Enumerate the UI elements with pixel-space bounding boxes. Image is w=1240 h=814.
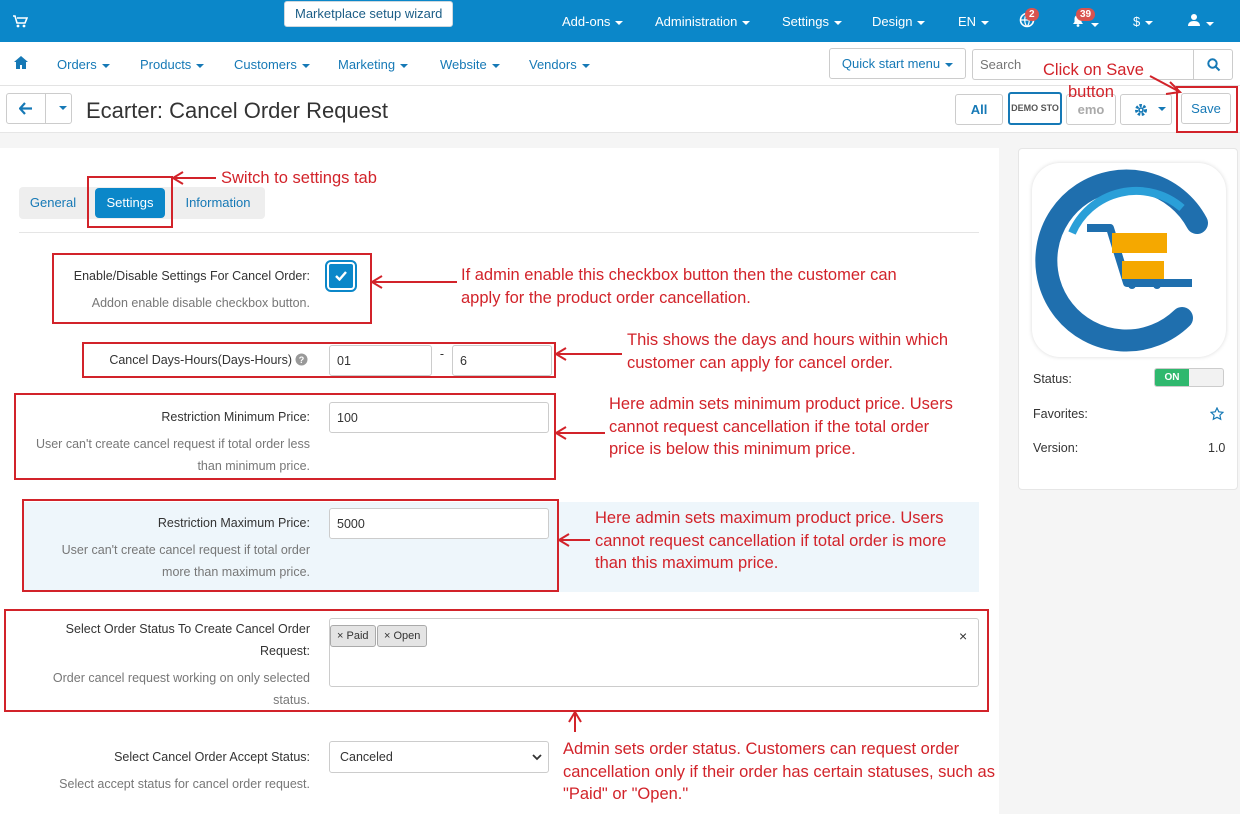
chevron-down-icon: [532, 754, 542, 761]
settings-menu[interactable]: Settings: [782, 14, 842, 29]
chevron-down-icon: [196, 63, 205, 68]
design-menu[interactable]: Design: [872, 14, 926, 29]
status-toggle[interactable]: ON: [1154, 368, 1224, 387]
note-max-2: cannot request cancellation if total ord…: [595, 532, 947, 550]
user-icon: [1188, 14, 1200, 26]
chevron-down-icon: [833, 20, 842, 25]
accept-status-label: Select Cancel Order Accept Status:: [114, 750, 310, 764]
chevron-down-icon: [1158, 107, 1166, 111]
language-menu[interactable]: EN: [958, 14, 990, 29]
chevron-down-icon: [742, 20, 751, 25]
chevron-down-icon: [101, 63, 110, 68]
addons-menu[interactable]: Add-ons: [562, 14, 624, 29]
chevron-down-icon: [917, 20, 926, 25]
chevron-down-icon[interactable]: [59, 106, 67, 110]
bell-badge: 39: [1076, 8, 1096, 21]
cart-icon[interactable]: [12, 13, 28, 29]
nav-customers[interactable]: Customers: [234, 57, 310, 72]
search-button[interactable]: [1193, 49, 1233, 80]
gear-icon: [1135, 104, 1147, 116]
administration-menu[interactable]: Administration: [655, 14, 751, 29]
tab-general[interactable]: General: [19, 187, 87, 219]
note-min-3: price is below this minimum price.: [609, 440, 856, 458]
chevron-down-icon: [1206, 21, 1214, 26]
star-icon[interactable]: [1210, 407, 1224, 421]
addon-logo: [1032, 163, 1226, 357]
home-icon[interactable]: [14, 56, 28, 69]
settings-tab-highlight-box: [87, 176, 173, 228]
note-status-2: cancellation only if their order has cer…: [563, 763, 995, 781]
status-label: Status:: [1033, 372, 1072, 386]
chevron-down-icon: [981, 20, 990, 25]
chevron-down-icon: [301, 63, 310, 68]
min-price-highlight-box: [14, 393, 556, 480]
version-label: Version:: [1033, 441, 1079, 455]
toggle-on-label: ON: [1155, 369, 1189, 386]
chevron-down-icon: [615, 20, 624, 25]
search-icon: [1207, 58, 1221, 72]
note-days-2: customer can apply for cancel order.: [627, 354, 893, 372]
note-status-1: Admin sets order status. Customers can r…: [563, 740, 960, 758]
nav-website[interactable]: Website: [440, 57, 500, 72]
favorites-label: Favorites:: [1033, 407, 1088, 421]
chevron-down-icon: [400, 63, 409, 68]
note-max-3: than this maximum price.: [595, 554, 779, 572]
divider: [19, 232, 979, 233]
currency-menu[interactable]: $: [1133, 14, 1154, 29]
nav-marketing[interactable]: Marketing: [338, 57, 409, 72]
chevron-down-icon: [1145, 20, 1154, 25]
nav-vendors[interactable]: Vendors: [529, 57, 590, 72]
nav-products[interactable]: Products: [140, 57, 205, 72]
chevron-down-icon: [581, 63, 590, 68]
divider: [45, 94, 46, 123]
note-checkbox-1: If admin enable this checkbox button the…: [461, 266, 897, 284]
quick-start-menu[interactable]: Quick start menu: [829, 48, 966, 79]
note-settings-tab: Switch to settings tab: [221, 169, 377, 187]
ecarter-logo-icon: [1035, 169, 1208, 352]
nav-orders[interactable]: Orders: [57, 57, 110, 72]
note-status-3: "Paid" or "Open.": [563, 785, 689, 803]
save-highlight-box: [1176, 86, 1238, 133]
back-button[interactable]: [6, 93, 72, 124]
note-save-1: Click on Save: [1043, 61, 1144, 79]
note-checkbox-2: apply for the product order cancellation…: [461, 289, 751, 307]
note-min-2: cannot request cancellation if the total…: [609, 418, 930, 436]
order-status-highlight-box: [4, 609, 989, 712]
note-days-1: This shows the days and hours within whi…: [627, 331, 948, 349]
chevron-down-icon: [1091, 22, 1099, 27]
accept-status-select[interactable]: Canceled: [329, 741, 549, 773]
accept-status-help: Select accept status for cancel order re…: [59, 777, 310, 791]
days-hours-highlight-box: [82, 342, 556, 378]
notification-badge: 2: [1025, 8, 1039, 21]
top-bar: Add-ons Administration Settings Design E…: [0, 0, 1240, 42]
note-min-1: Here admin sets minimum product price. U…: [609, 395, 953, 413]
max-price-highlight-box: [22, 499, 559, 592]
arrow-left-icon: [19, 102, 32, 115]
note-max-1: Here admin sets maximum product price. U…: [595, 509, 944, 527]
settings-gear-button[interactable]: [1120, 94, 1172, 125]
chevron-down-icon: [491, 63, 500, 68]
page-title: Ecarter: Cancel Order Request: [86, 98, 389, 123]
all-stores-button[interactable]: All: [955, 94, 1003, 125]
note-save-2: button: [1068, 83, 1114, 101]
chevron-down-icon: [945, 62, 954, 67]
version-value: 1.0: [1208, 441, 1226, 455]
enable-highlight-box: [52, 253, 372, 324]
main-panel: [0, 148, 999, 814]
marketplace-wizard-button[interactable]: Marketplace setup wizard: [284, 1, 454, 27]
demo-store-button-1[interactable]: DEMO STO: [1008, 92, 1062, 125]
tab-information[interactable]: Information: [173, 187, 263, 219]
user-menu[interactable]: [1187, 13, 1214, 30]
